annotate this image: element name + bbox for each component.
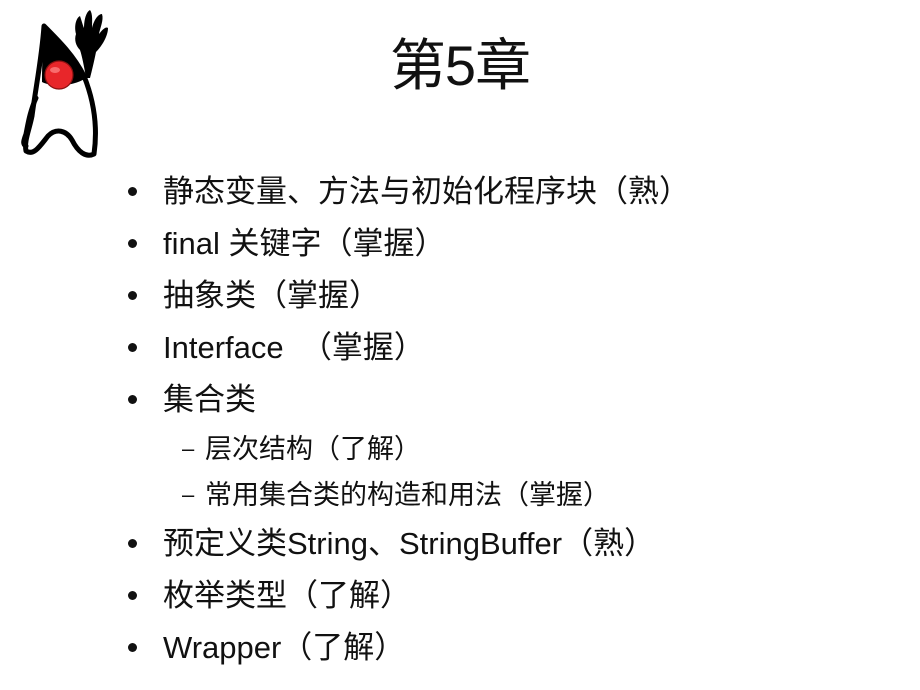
bullet-icon <box>128 239 137 248</box>
list-item: 集合类 <box>125 374 690 426</box>
bullet-icon <box>128 643 137 652</box>
bullet-icon <box>128 591 137 600</box>
list-item: 枚举类型（了解） <box>125 570 690 622</box>
dash-icon: – <box>182 482 195 507</box>
bullet-icon <box>128 395 137 404</box>
list-item-text: 集合类 <box>163 382 256 417</box>
list-item-text: 静态变量、方法与初始化程序块（熟） <box>163 174 690 209</box>
bullet-icon <box>128 343 137 352</box>
list-item: 抽象类（掌握） <box>125 270 690 322</box>
list-item-text: Interface （掌握） <box>163 330 425 365</box>
list-item-text: final 关键字（掌握） <box>163 226 446 261</box>
bullet-icon <box>128 539 137 548</box>
list-item-text: Wrapper（了解） <box>163 630 406 665</box>
sub-list-item: – 层次结构（了解） <box>125 426 690 472</box>
list-item-text: 枚举类型（了解） <box>163 578 411 613</box>
list-item: final 关键字（掌握） <box>125 218 690 270</box>
bullet-icon <box>128 187 137 196</box>
list-item-text: 预定义类String、StringBuffer（熟） <box>163 526 656 561</box>
list-item-text: 抽象类（掌握） <box>163 278 380 313</box>
sub-list-item-text: 常用集合类的构造和用法（掌握） <box>205 480 610 510</box>
list-item: 预定义类String、StringBuffer（熟） <box>125 518 690 570</box>
topic-list: 静态变量、方法与初始化程序块（熟） final 关键字（掌握） 抽象类（掌握） … <box>125 166 690 674</box>
list-item: Wrapper（了解） <box>125 622 690 674</box>
list-item: Interface （掌握） <box>125 322 690 374</box>
sub-list-item: – 常用集合类的构造和用法（掌握） <box>125 472 690 518</box>
sub-list-item-text: 层次结构（了解） <box>205 434 421 464</box>
slide-title: 第5章 <box>389 34 531 97</box>
bullet-icon <box>128 291 137 300</box>
list-item: 静态变量、方法与初始化程序块（熟） <box>125 166 690 218</box>
dash-icon: – <box>182 436 195 461</box>
